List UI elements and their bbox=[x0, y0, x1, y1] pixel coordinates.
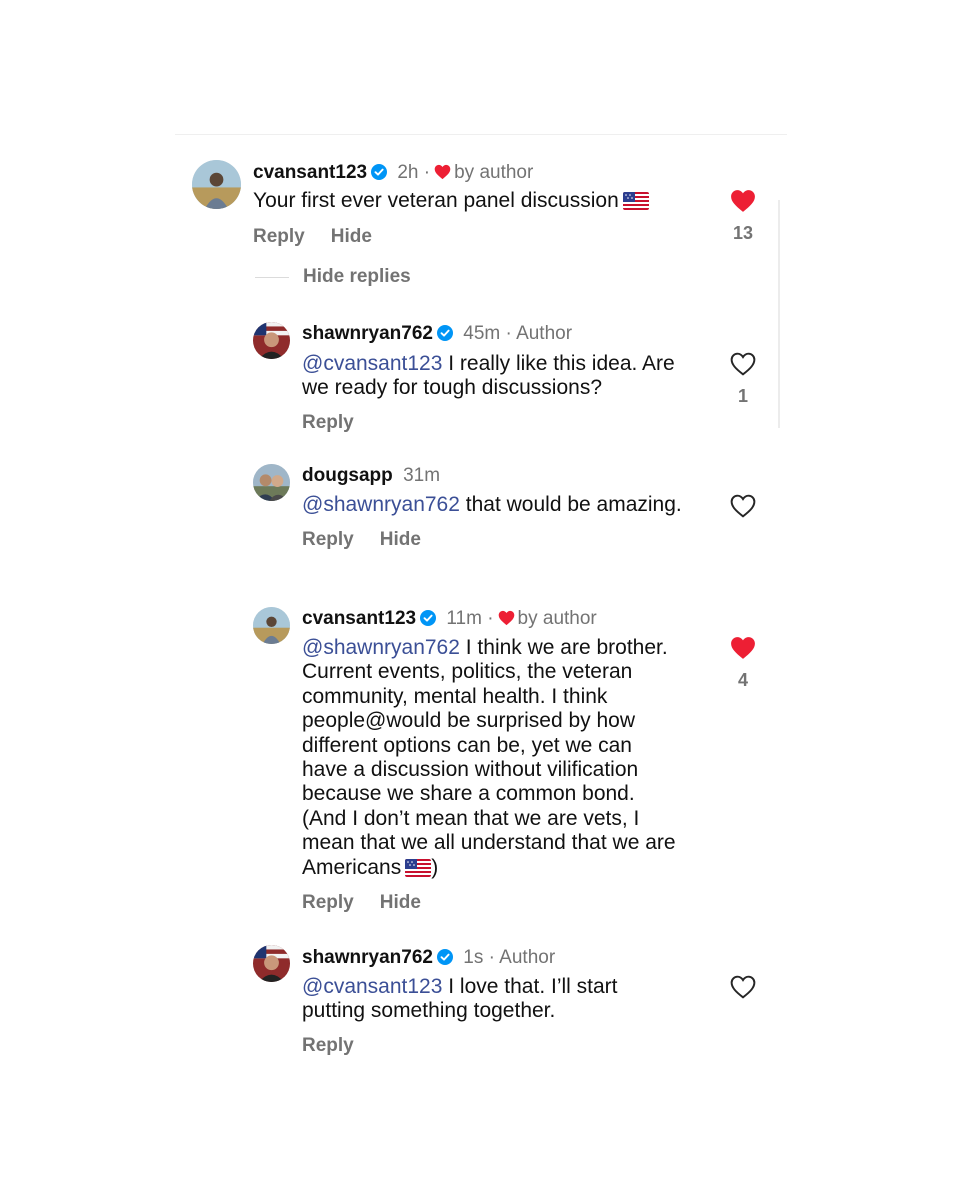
like-control bbox=[723, 494, 763, 518]
top-divider bbox=[175, 134, 787, 135]
comment-text-line: we ready for tough discussions? bbox=[302, 376, 602, 400]
avatar-photo-icon bbox=[253, 464, 290, 501]
comment-text: @cvansant123 I love that. I’ll start put… bbox=[302, 975, 722, 1024]
comment-time: 1s bbox=[463, 947, 484, 968]
avatar-photo-icon bbox=[192, 160, 241, 209]
like-control: 4 bbox=[723, 636, 763, 691]
reply-button[interactable]: Reply bbox=[302, 1035, 354, 1057]
comment-username[interactable]: shawnryan762 bbox=[302, 947, 433, 968]
reply-button[interactable]: Reply bbox=[302, 529, 354, 551]
like-control: 1 bbox=[723, 352, 763, 407]
comment-text-line: Your first ever veteran panel discussion bbox=[253, 189, 619, 212]
mention-link[interactable]: @shawnryan762 bbox=[302, 636, 460, 659]
hide-button[interactable]: Hide bbox=[380, 529, 421, 551]
comment-text-line: Current events, politics, the veteran bbox=[302, 660, 633, 684]
comment-username[interactable]: shawnryan762 bbox=[302, 323, 433, 344]
comment-text-line: community, mental health. I think bbox=[302, 684, 608, 708]
thread-line bbox=[255, 276, 289, 278]
us-flag-emoji bbox=[405, 858, 432, 877]
like-control: 13 bbox=[723, 189, 763, 244]
comment-text-line: (And I don’t mean that we are vets, I bbox=[302, 806, 640, 830]
verified-badge-icon bbox=[420, 610, 437, 626]
comment-text-line: putting something together. bbox=[302, 999, 556, 1023]
liked-by-author-heart-icon bbox=[434, 164, 451, 180]
avatar-photo-icon bbox=[253, 322, 290, 359]
avatar-photo-icon bbox=[253, 607, 290, 644]
heart-icon-liked[interactable] bbox=[730, 189, 756, 213]
verified-badge-icon bbox=[436, 949, 453, 965]
hide-button[interactable]: Hide bbox=[380, 892, 421, 914]
heart-icon[interactable] bbox=[730, 352, 756, 376]
mention-link[interactable]: @cvansant123 bbox=[302, 975, 442, 998]
comment-username[interactable]: cvansant123 bbox=[253, 162, 367, 183]
scrollbar[interactable] bbox=[778, 200, 780, 428]
reply-button[interactable]: Reply bbox=[302, 892, 354, 914]
comment-time: 45m bbox=[463, 323, 501, 344]
liked-by-author-heart-icon bbox=[498, 610, 515, 626]
hide-button[interactable]: Hide bbox=[331, 226, 372, 248]
comment-time: 11m bbox=[446, 608, 482, 629]
comment-text-line: I think we are brother. bbox=[465, 636, 668, 659]
verified-badge-icon bbox=[371, 164, 388, 180]
comment-text-line: ) bbox=[431, 855, 439, 879]
hide-replies-button[interactable]: Hide replies bbox=[255, 266, 411, 288]
meta-separator: · bbox=[505, 323, 512, 344]
avatar[interactable] bbox=[253, 464, 290, 501]
heart-icon[interactable] bbox=[730, 975, 756, 999]
author-tag: Author bbox=[516, 323, 573, 344]
comment-text-line: that would be amazing. bbox=[465, 493, 682, 516]
heart-icon-liked[interactable] bbox=[730, 636, 756, 660]
mention-link[interactable]: @cvansant123 bbox=[302, 352, 442, 375]
like-count[interactable]: 13 bbox=[723, 223, 763, 244]
liked-by-author-label: by author bbox=[517, 608, 597, 629]
comment-text-line: I love that. I’ll start bbox=[448, 975, 618, 998]
us-flag-emoji bbox=[622, 192, 649, 210]
meta-separator: · bbox=[487, 608, 494, 629]
like-control bbox=[723, 975, 763, 999]
avatar[interactable] bbox=[253, 945, 290, 982]
comment-text: Your first ever veteran panel discussion bbox=[253, 189, 649, 213]
reply-button[interactable]: Reply bbox=[253, 226, 305, 248]
comment-text-line: I really like this idea. Are bbox=[448, 352, 675, 375]
comment-username[interactable]: cvansant123 bbox=[302, 608, 416, 629]
author-tag: Author bbox=[499, 947, 556, 968]
like-count[interactable]: 1 bbox=[723, 386, 763, 407]
comment-text-line: Americans bbox=[302, 855, 402, 879]
meta-separator: · bbox=[488, 947, 495, 968]
comment-text: @shawnryan762 that would be amazing. bbox=[302, 493, 682, 517]
comment-time: 31m bbox=[403, 465, 441, 486]
like-count[interactable]: 4 bbox=[723, 670, 763, 691]
comment-username[interactable]: dougsapp bbox=[302, 465, 393, 486]
heart-icon[interactable] bbox=[730, 494, 756, 518]
comment-text: @cvansant123 I really like this idea. Ar… bbox=[302, 352, 722, 401]
comment-text-line: people@would be surprised by how bbox=[302, 709, 636, 733]
reply-button[interactable]: Reply bbox=[302, 412, 354, 434]
meta-separator: · bbox=[423, 162, 431, 183]
avatar-photo-icon bbox=[253, 945, 290, 982]
hide-replies-label: Hide replies bbox=[303, 266, 411, 287]
avatar[interactable] bbox=[192, 160, 241, 209]
avatar[interactable] bbox=[253, 322, 290, 359]
comment-time: 2h bbox=[397, 162, 419, 183]
verified-badge-icon bbox=[436, 325, 453, 341]
comment-text-line: mean that we all understand that we are bbox=[302, 831, 676, 855]
avatar[interactable] bbox=[253, 607, 290, 644]
comment-text: @shawnryan762 I think we are brother. Cu… bbox=[302, 636, 722, 880]
mention-link[interactable]: @shawnryan762 bbox=[302, 493, 460, 516]
comment-text-line: because we share a common bond. bbox=[302, 782, 635, 806]
comment-text-line: have a discussion without vilification bbox=[302, 758, 639, 782]
comment-text-line: different options can be, yet we can bbox=[302, 733, 632, 757]
liked-by-author-label: by author bbox=[454, 162, 534, 183]
